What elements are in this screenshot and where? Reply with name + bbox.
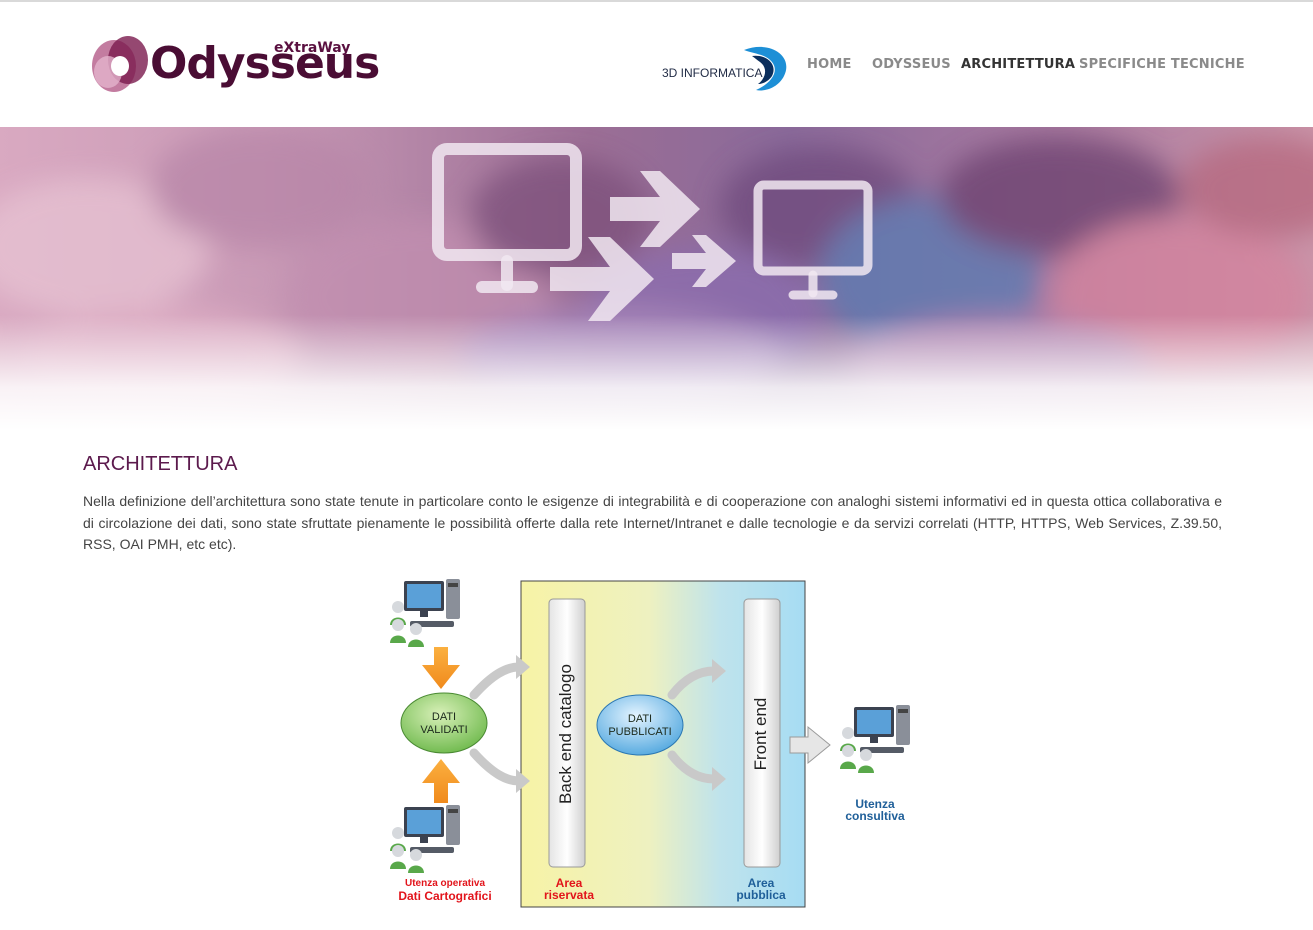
architecture-diagram: DATI VALIDATI DATI PUBBLICATI Back end c… bbox=[384, 575, 930, 915]
logo-sub-brand: eXtraWay bbox=[274, 40, 351, 56]
nav-architettura[interactable]: ARCHITETTURA bbox=[961, 57, 1075, 72]
architecture-diagram-graphic bbox=[390, 579, 910, 908]
back-end-label: Back end catalogo bbox=[556, 664, 575, 804]
hero-banner bbox=[0, 127, 1313, 430]
intro-paragraph: Nella definizione dell’architettura sono… bbox=[83, 493, 1222, 552]
utenza-operativa-line2: Dati Cartografici bbox=[398, 889, 492, 903]
partner-name: 3D INFORMATICA bbox=[662, 66, 763, 80]
utenza-operativa-line1: Utenza operativa bbox=[404, 878, 486, 889]
down-arrow-icon bbox=[422, 647, 460, 689]
odysseus-logo[interactable]: Odysseus eXtraWay bbox=[84, 30, 380, 100]
dati-validati-line1: DATI bbox=[431, 711, 457, 723]
consumer-workstation-icon bbox=[840, 705, 910, 773]
nav-home[interactable]: HOME bbox=[807, 57, 852, 72]
operator-workstation-icon bbox=[390, 805, 460, 873]
site-header: Odysseus eXtraWay 3D INFORMATICA HOME OD… bbox=[0, 2, 1313, 127]
front-end-label: Front end bbox=[751, 697, 770, 771]
area-pubblica-line2: pubblica bbox=[736, 888, 786, 902]
area-riservata-line2: riservata bbox=[543, 888, 595, 902]
dati-validati-line2: VALIDATI bbox=[420, 724, 468, 736]
utenza-operativa-label: Utenza operativa Dati Cartografici bbox=[390, 877, 500, 904]
dati-validati-label: DATI VALIDATI bbox=[401, 711, 487, 737]
area-pubblica-label: Area pubblica bbox=[722, 877, 800, 901]
nav-odysseus[interactable]: ODYSSEUS bbox=[872, 57, 951, 72]
utenza-consultiva-label: Utenza consultiva bbox=[830, 798, 920, 822]
operator-workstation-icon bbox=[390, 579, 460, 647]
utenza-consultiva-line2: consultiva bbox=[845, 809, 905, 823]
up-arrow-icon bbox=[422, 759, 460, 803]
page-title: ARCHITETTURA bbox=[83, 453, 238, 475]
dati-pubblicati-line1: DATI bbox=[627, 713, 653, 725]
area-riservata-label: Area riservata bbox=[530, 877, 608, 901]
dati-pubblicati-label: DATI PUBBLICATI bbox=[597, 713, 683, 739]
dati-pubblicati-line2: PUBBLICATI bbox=[608, 726, 672, 738]
nav-specifiche-tecniche[interactable]: SPECIFICHE TECNICHE bbox=[1079, 57, 1245, 72]
hero-background bbox=[0, 127, 1313, 430]
partner-logo[interactable]: 3D INFORMATICA bbox=[660, 42, 792, 94]
